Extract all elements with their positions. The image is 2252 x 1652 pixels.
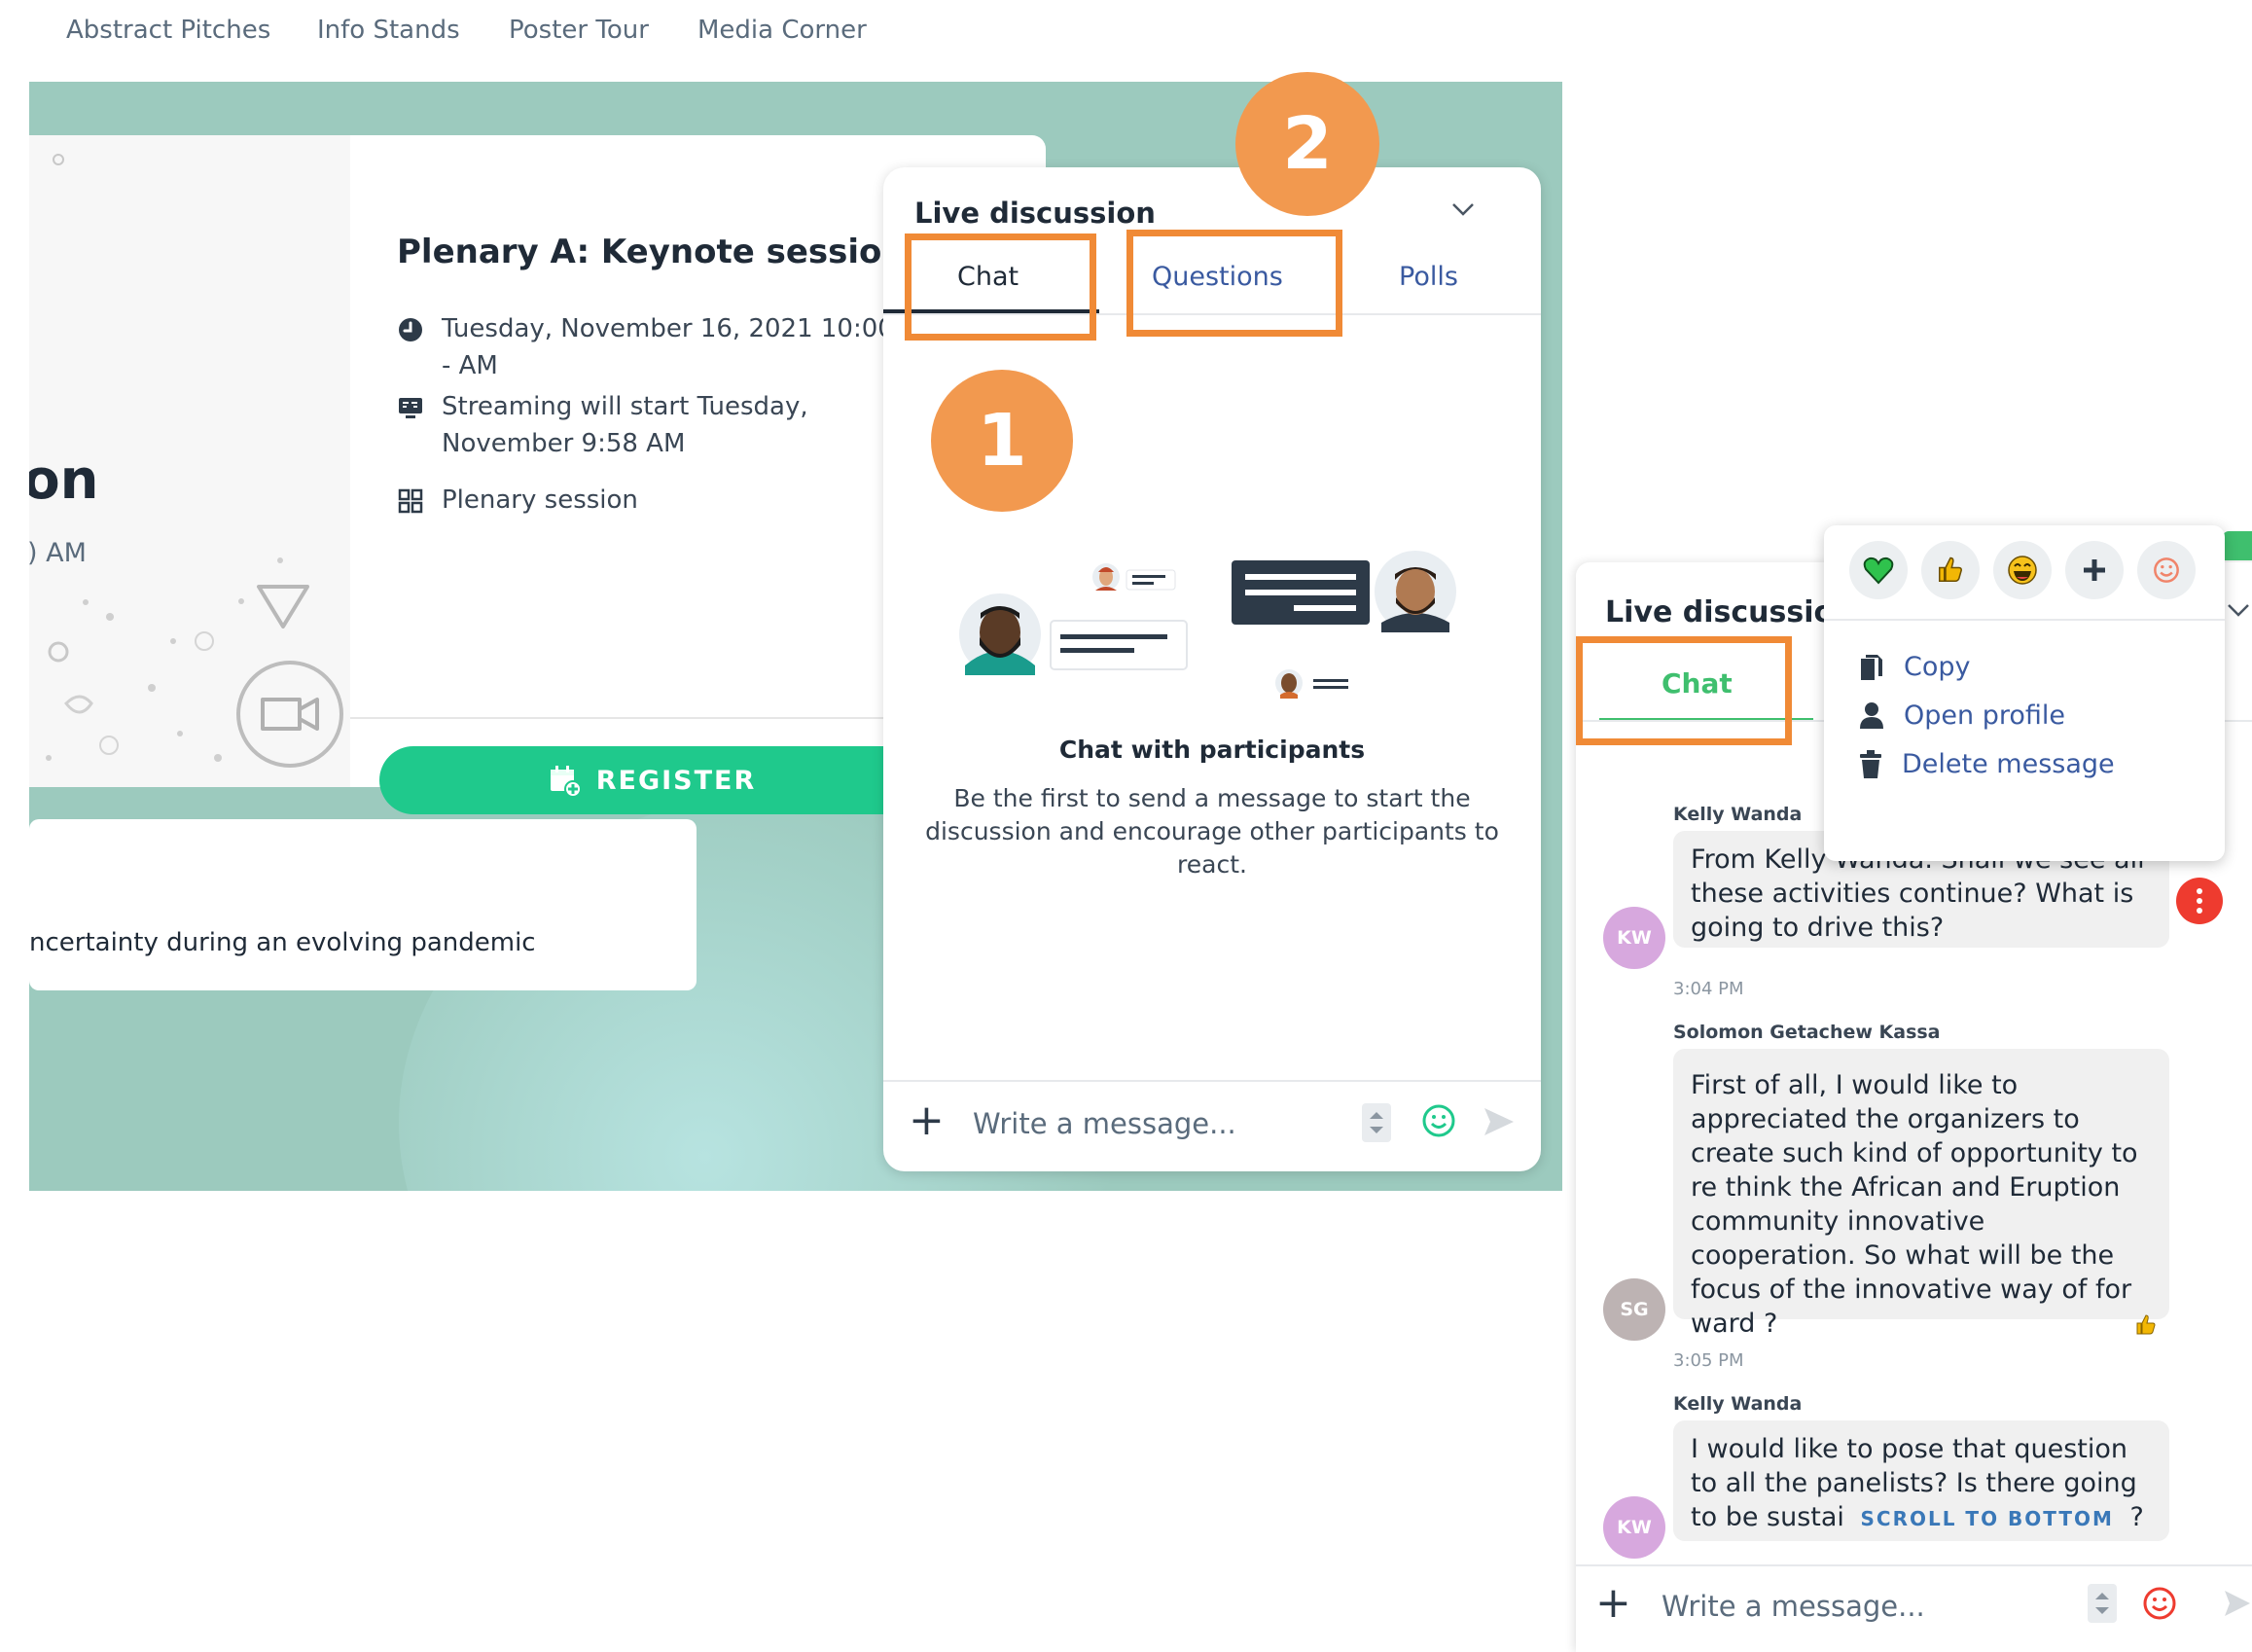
send-icon[interactable] — [1482, 1105, 1517, 1138]
message-bubble[interactable]: First of all, I would like to appreciate… — [1673, 1049, 2169, 1339]
message-author: Kelly Wanda — [1673, 1393, 1803, 1415]
message-input[interactable] — [971, 1103, 1325, 1144]
message-more-options-button[interactable] — [2176, 878, 2223, 924]
trash-icon — [1860, 749, 1881, 778]
delete-message-label: Delete message — [1902, 749, 2115, 779]
thumbs-up-icon — [1939, 557, 1963, 582]
nav-media-corner[interactable]: Media Corner — [697, 16, 867, 45]
session-title: Plenary A: Keynote session — [397, 233, 906, 271]
abstract-text: ncertainty during an evolving pandemic — [29, 928, 536, 957]
avatar[interactable]: KW — [1603, 1496, 1665, 1559]
register-button[interactable]: REGISTER — [379, 746, 924, 814]
add-reaction-button[interactable] — [2065, 541, 2124, 599]
laughing-face-icon — [2008, 556, 2037, 585]
heart-icon — [1863, 557, 1894, 585]
avatar[interactable]: KW — [1603, 907, 1665, 969]
avatar[interactable]: SG — [1603, 1278, 1665, 1341]
emoji-icon[interactable] — [2142, 1586, 2177, 1621]
message-author: Kelly Wanda — [1673, 804, 1803, 825]
session-title-partial: ion — [29, 449, 99, 512]
message-context-menu: Copy Open profile Delete message — [1824, 525, 2225, 861]
composer-border — [883, 1080, 1541, 1082]
stepper-icon[interactable] — [1362, 1103, 1391, 1142]
attach-plus-icon[interactable]: + — [1595, 1582, 1631, 1625]
status-chip — [2223, 531, 2252, 560]
send-icon[interactable] — [2222, 1588, 2252, 1619]
session-date: Tuesday, November 16, 2021 10:00 AM - AM — [442, 314, 942, 380]
highlight-questions-tab — [1126, 230, 1342, 337]
message-author: Solomon Getachew Kassa — [1673, 1022, 1941, 1043]
open-profile-label: Open profile — [1904, 700, 2065, 731]
copy-menu-item[interactable]: Copy — [1859, 652, 1971, 682]
clock-icon — [399, 318, 422, 341]
register-label: REGISTER — [595, 765, 757, 796]
empty-chat-title: Chat with participants — [1058, 736, 1366, 764]
top-nav: Abstract Pitches Info Stands Poster Tour… — [0, 0, 1556, 68]
scroll-to-bottom-button[interactable]: SCROLL TO BOTTOM — [1861, 1507, 2114, 1530]
react-laugh-button[interactable] — [1993, 541, 2052, 599]
message-bubble[interactable]: I would like to pose that question to al… — [1673, 1420, 2169, 1541]
monitor-icon — [399, 398, 422, 418]
highlight-chat-tab-2 — [1576, 636, 1792, 745]
message-input-2[interactable] — [1660, 1586, 1994, 1627]
emoji-icon[interactable] — [1421, 1103, 1456, 1138]
chevron-down-icon[interactable] — [2226, 601, 2251, 619]
kebab-menu-icon — [2197, 888, 2202, 914]
streaming-info: Streaming will start Tuesday, November 9… — [442, 392, 808, 458]
context-menu-separator — [1824, 619, 2225, 621]
chevron-down-icon[interactable] — [1450, 200, 1476, 218]
message-time: 3:05 PM — [1673, 1350, 1744, 1371]
open-profile-menu-item[interactable]: Open profile — [1859, 700, 2065, 731]
calendar-add-icon — [550, 766, 581, 797]
live-discussion-title: Live discussion — [914, 197, 1156, 230]
nav-abstract-pitches[interactable]: Abstract Pitches — [66, 16, 270, 45]
step-2-marker: 2 — [1235, 72, 1379, 216]
tab-polls[interactable]: Polls — [1399, 262, 1458, 292]
session-banner: ion ) AM — [29, 135, 350, 787]
chat-illustration — [959, 551, 1456, 699]
highlight-chat-tab — [905, 233, 1096, 341]
delete-message-menu-item[interactable]: Delete message — [1859, 749, 2115, 779]
nav-poster-tour[interactable]: Poster Tour — [509, 16, 649, 45]
thumbs-up-icon[interactable] — [2134, 1313, 2158, 1337]
copy-icon — [1861, 654, 1882, 680]
message-time: 3:04 PM — [1673, 979, 1744, 999]
session-type: Plenary session — [442, 485, 638, 515]
empty-chat-description: Be the first to send a message to start … — [925, 784, 1499, 879]
attach-plus-icon[interactable]: + — [909, 1099, 945, 1142]
composer-border-2 — [1576, 1564, 2252, 1566]
plus-icon — [2084, 559, 2105, 581]
step-1-marker: 1 — [931, 370, 1073, 512]
message-text-end: ? — [2129, 1502, 2144, 1532]
copy-label: Copy — [1904, 652, 1971, 682]
abstract-card[interactable]: ncertainty during an evolving pandemic — [29, 819, 697, 990]
live-discussion-title-2: Live discussion — [1605, 595, 1855, 629]
user-icon — [1860, 701, 1883, 729]
session-time-partial: ) AM — [29, 538, 87, 568]
nav-info-stands[interactable]: Info Stands — [317, 16, 460, 45]
react-thumbs-up-button[interactable] — [1921, 541, 1980, 599]
smiley-icon — [2154, 557, 2179, 583]
grid-icon — [398, 488, 423, 514]
emoji-picker-button[interactable] — [2137, 541, 2196, 599]
stepper-icon[interactable] — [2088, 1584, 2117, 1623]
react-heart-button[interactable] — [1849, 541, 1908, 599]
